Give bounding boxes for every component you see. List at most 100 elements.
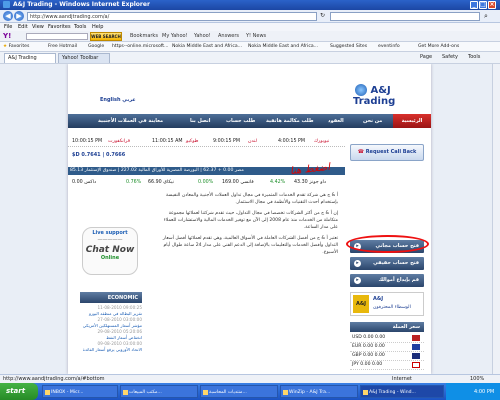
- support-divider: —————: [97, 237, 123, 243]
- nav-forex[interactable]: معاينة في العملات الأجنبية: [98, 118, 163, 124]
- taskbar-item[interactable]: WinZip - A&J Tra...: [280, 385, 358, 398]
- taskbar-item[interactable]: مكتب المبيعات...: [120, 385, 198, 398]
- request-callback-button[interactable]: ☎ Request Call Back: [350, 144, 424, 161]
- chat-now-label[interactable]: Chat Now: [83, 245, 137, 255]
- aj-logo: A&J: [353, 295, 369, 313]
- rate-row: JPY 0.00 0.00: [350, 361, 424, 370]
- fav-item[interactable]: Nokia Middle East and Africa...: [248, 44, 318, 49]
- menu-edit[interactable]: Edit: [18, 24, 28, 30]
- yahoo-search-input[interactable]: [26, 33, 88, 40]
- ticker-change: 0.76%: [126, 180, 142, 185]
- menu-help[interactable]: Help: [92, 24, 103, 30]
- zoom-level[interactable]: 100%: [470, 376, 484, 382]
- windows-taskbar: start INBOX - Micr... مكتب المبيعات... م…: [0, 383, 500, 400]
- window-titlebar: A&J Trading - Windows Internet Explorer …: [0, 0, 500, 10]
- search-input[interactable]: [330, 12, 480, 21]
- news-link[interactable]: الاتحاد الأوروبي يرفع أسعار الفائدة: [80, 347, 142, 353]
- fav-item[interactable]: Suggested Sites: [330, 44, 367, 49]
- search-icon[interactable]: ⌕: [484, 12, 488, 21]
- ie-icon: [3, 1, 10, 8]
- yahoo-news[interactable]: Y! News: [246, 33, 266, 39]
- yahoo-logo[interactable]: Y!: [3, 32, 11, 40]
- support-title: Live support: [92, 230, 128, 236]
- online-status: Online: [100, 255, 120, 261]
- economic-news-list: 11-08-2010 09:00:25 تقرير البطالة في منط…: [80, 305, 142, 365]
- address-bar[interactable]: http://www.aandjtrading.com/a/: [27, 12, 317, 21]
- open-real-account-button[interactable]: ▸ فتح حساب حقيقي: [350, 257, 424, 270]
- language-switch[interactable]: English عربي: [100, 97, 136, 103]
- fav-item[interactable]: Nokia Middle East and Africa...: [172, 44, 242, 49]
- site-nav: من نحن العقود طلب مكالمة هاتفية طلب حساب…: [68, 114, 431, 128]
- eu-flag-icon: [412, 344, 420, 350]
- close-button[interactable]: ×: [488, 1, 496, 9]
- nav-account[interactable]: طلب حساب: [226, 118, 255, 124]
- aj-banner[interactable]: A&J A&J الوسطاء المحترفون: [350, 292, 424, 316]
- tab-yahoo-toolbar[interactable]: Yahoo! Toolbar: [58, 53, 110, 63]
- favorites-button[interactable]: ★ Favorites: [3, 44, 29, 49]
- fav-item[interactable]: Google: [88, 44, 104, 49]
- minimize-button[interactable]: _: [470, 1, 478, 9]
- site-logo[interactable]: A&J Trading: [353, 84, 431, 107]
- button-label: فتح حساب حقيقي: [373, 260, 419, 266]
- forward-button[interactable]: ▶: [14, 11, 24, 21]
- menu-view[interactable]: View: [32, 24, 44, 30]
- tab-row: A&J Trading Yahoo! Toolbar Page Safety T…: [0, 52, 500, 64]
- rate-row: GBP 0.00 0.00: [350, 352, 424, 361]
- yahoo-home[interactable]: Yahoo!: [194, 33, 211, 39]
- page-menu[interactable]: Page: [420, 54, 432, 60]
- fav-item[interactable]: Free Hotmail: [48, 44, 77, 49]
- web-search-button[interactable]: WEB SEARCH: [90, 32, 122, 41]
- yahoo-my-yahoo[interactable]: My Yahoo!: [162, 33, 188, 39]
- maximize-button[interactable]: □: [479, 1, 487, 9]
- menu-bar: File Edit View Favorites Tools Help: [0, 23, 500, 31]
- fav-item[interactable]: eventinfo: [378, 44, 400, 49]
- app-icon: [45, 390, 50, 395]
- nav-about[interactable]: من نحن: [363, 118, 382, 124]
- fav-item[interactable]: https--online.microsoft...: [112, 44, 169, 49]
- task-label: WinZip - A&J Tra...: [289, 390, 331, 395]
- nav-callback[interactable]: طلب مكالمة هاتفية: [266, 118, 314, 124]
- tools-menu[interactable]: Tools: [468, 54, 480, 60]
- task-label: INBOX - Micr...: [51, 390, 84, 395]
- nav-home[interactable]: الرئيسية: [393, 114, 431, 128]
- yahoo-bookmarks[interactable]: Bookmarks: [130, 33, 158, 39]
- tab-aj-trading[interactable]: A&J Trading: [4, 53, 56, 63]
- page-viewport: A&J Trading English عربي من نحن العقود ط…: [0, 64, 500, 374]
- menu-tools[interactable]: Tools: [74, 24, 86, 30]
- article-paragraph: إن أ & ج من أكثر الشركات تخصصا في مجال ا…: [163, 211, 338, 230]
- nav-contact[interactable]: اتصل بنا: [190, 118, 211, 124]
- menu-favorites[interactable]: Favorites: [48, 24, 71, 30]
- article-paragraph: أ & ج هي شركة تقدم الخدمات المتميزة في م…: [166, 193, 338, 205]
- us-flag-icon: [412, 335, 420, 341]
- window-title: A&J Trading - Windows Internet Explorer: [13, 1, 150, 8]
- taskbar-item-active[interactable]: A&J Trading - Wind...: [360, 385, 444, 398]
- clock: 4:00 PM: [474, 389, 495, 395]
- ie-icon: [363, 390, 368, 395]
- red-circle-annotation: [346, 235, 429, 253]
- ticker-text: مصر 0.00 + 62.37 | البورصة المصرية للأور…: [70, 168, 244, 173]
- favorites-label: Favorites: [8, 44, 30, 49]
- nav-contracts[interactable]: العقود: [328, 118, 344, 124]
- back-button[interactable]: ◀: [3, 11, 13, 21]
- about-article: أ & ج هي شركة تقدم الخدمات المتميزة في م…: [156, 192, 338, 260]
- taskbar-item[interactable]: منتديات المحاسبة...: [200, 385, 278, 398]
- refresh-icon[interactable]: ↻: [320, 12, 325, 19]
- vertical-scrollbar[interactable]: [492, 64, 500, 374]
- yahoo-answers[interactable]: Answers: [218, 33, 239, 39]
- fav-item[interactable]: Get More Add-ons: [418, 44, 459, 49]
- aj-subtitle: الوسطاء المحترفون: [373, 305, 411, 310]
- rate-readout: $D 0.7641 | 0.7666: [72, 152, 126, 158]
- safety-menu[interactable]: Safety: [442, 54, 458, 60]
- app-icon: [283, 390, 288, 395]
- live-support-widget[interactable]: Live support ————— Chat Now Online: [82, 227, 138, 275]
- city-time: 11:00:15 AM: [152, 139, 183, 144]
- rate-row: USD 0.00 0.00: [350, 334, 424, 343]
- deposit-funds-button[interactable]: ▸ قم بإيداع أموالك: [350, 274, 424, 287]
- start-button[interactable]: start: [0, 383, 38, 400]
- taskbar-item[interactable]: INBOX - Micr...: [42, 385, 118, 398]
- aj-title: A&J: [373, 296, 384, 302]
- rate-value: JPY 0.00 0.00: [352, 362, 383, 367]
- city-time: 4:00:15 PM: [278, 139, 306, 144]
- menu-file[interactable]: File: [4, 24, 12, 30]
- city-label: فرانكفورت: [108, 139, 130, 144]
